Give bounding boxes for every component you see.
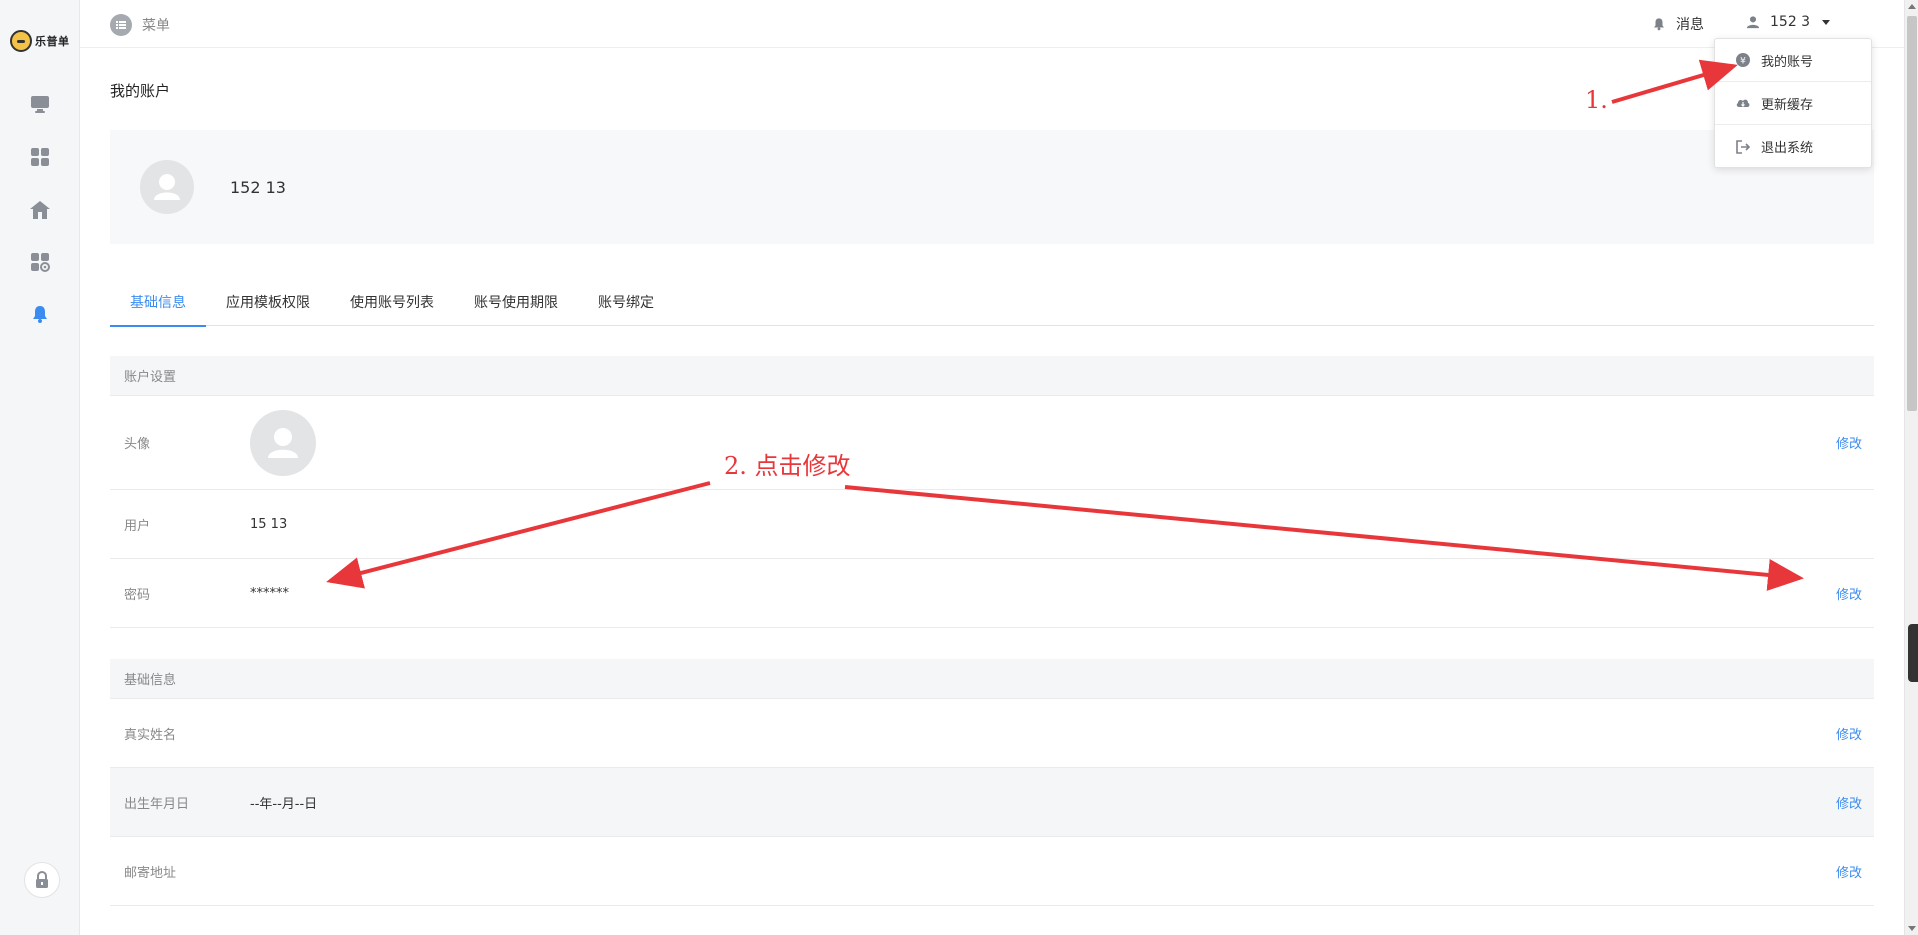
edit-avatar-link[interactable]: 修改 — [1836, 433, 1862, 452]
edit-address-link[interactable]: 修改 — [1836, 862, 1862, 881]
annotation-step-2: 2. 点击修改 — [724, 452, 851, 480]
address-row: 邮寄地址 修改 — [110, 837, 1874, 906]
edit-birthday-link[interactable]: 修改 — [1836, 793, 1862, 812]
tab-account-list[interactable]: 使用账号列表 — [330, 282, 454, 326]
password-value: ****** — [250, 585, 289, 601]
user-icon — [1746, 16, 1760, 29]
cloud-download-icon — [1736, 99, 1750, 107]
sidebar-item-monitor[interactable] — [26, 90, 54, 118]
tab-bar: 基础信息 应用模板权限 使用账号列表 账号使用期限 账号绑定 — [110, 282, 1874, 327]
messages-label: 消息 — [1676, 17, 1704, 33]
password-row: 密码 ****** 修改 — [110, 559, 1874, 628]
user-menu-button[interactable]: 152 3 — [1746, 14, 1831, 30]
account-settings-section: 账户设置 头像 修改 用户 15 13 密码 ****** 修改 — [110, 356, 1874, 628]
menu-item-my-account[interactable]: ¥ 我的账号 — [1715, 39, 1871, 82]
menu-item-logout[interactable]: 退出系统 — [1715, 125, 1871, 168]
user-row: 用户 15 13 — [110, 490, 1874, 559]
avatar-placeholder-icon — [268, 427, 298, 458]
yen-coin-icon: ¥ — [1736, 53, 1750, 67]
menu-item-label: 我的账号 — [1761, 54, 1814, 70]
lock-icon — [36, 871, 48, 888]
menu-toggle[interactable]: 菜单 — [110, 14, 170, 36]
brand-logo[interactable]: 乐普单 — [10, 30, 70, 52]
svg-text:¥: ¥ — [1740, 57, 1746, 67]
birthday-row: 出生年月日 --年--月--日 修改 — [110, 768, 1874, 837]
annotation-step-1: 1. — [1585, 86, 1608, 114]
avatar-row: 头像 修改 — [110, 396, 1874, 490]
bell-icon — [1654, 18, 1664, 31]
real-name-row: 真实姓名 修改 — [110, 699, 1874, 768]
user-name: 152 3 — [1770, 14, 1811, 30]
page-scrollbar[interactable] — [1904, 0, 1918, 935]
page-title: 我的账户 — [110, 82, 171, 100]
menu-item-label: 更新缓存 — [1761, 97, 1814, 113]
tab-account-validity[interactable]: 账号使用期限 — [454, 282, 578, 326]
user-dropdown-menu: ¥ 我的账号 更新缓存 退出系统 — [1714, 38, 1872, 168]
sidebar-item-app-settings[interactable] — [26, 248, 54, 276]
logo-text: 乐普单 — [35, 35, 70, 48]
birthday-label: 出生年月日 — [124, 796, 190, 812]
avatar-placeholder-icon — [154, 174, 180, 200]
bell-icon — [33, 306, 47, 323]
menu-item-label: 退出系统 — [1761, 141, 1814, 156]
profile-card: 152 13 — [110, 130, 1874, 244]
monitor-icon — [31, 96, 49, 113]
menu-item-refresh-cache[interactable]: 更新缓存 — [1715, 82, 1871, 125]
caret-down-icon — [1822, 19, 1831, 25]
address-label: 邮寄地址 — [124, 865, 177, 881]
user-value: 15 13 — [250, 516, 288, 532]
menu-list-icon — [110, 14, 132, 36]
sidebar-item-apps[interactable] — [26, 143, 54, 171]
scrollbar-thumb[interactable] — [1907, 16, 1917, 411]
avatar — [140, 160, 194, 214]
top-bar: 菜单 消息 152 3 — [80, 0, 1904, 48]
profile-name: 152 13 — [230, 178, 286, 197]
grid-icon — [31, 148, 49, 166]
tab-basic-info[interactable]: 基础信息 — [110, 282, 206, 327]
section-heading: 基础信息 — [110, 659, 1874, 699]
section-heading: 账户设置 — [110, 356, 1874, 396]
real-name-label: 真实姓名 — [124, 727, 177, 743]
birthday-value: --年--月--日 — [250, 796, 318, 812]
scroll-up-arrow-icon[interactable] — [1908, 4, 1916, 9]
password-label: 密码 — [124, 587, 151, 603]
tab-app-template-permissions[interactable]: 应用模板权限 — [206, 282, 330, 326]
scroll-down-arrow-icon[interactable] — [1908, 926, 1916, 931]
user-label: 用户 — [124, 518, 151, 534]
tab-account-binding[interactable]: 账号绑定 — [578, 282, 674, 326]
home-icon — [30, 201, 50, 219]
edit-real-name-link[interactable]: 修改 — [1836, 724, 1862, 743]
sidebar-item-notifications[interactable] — [26, 300, 54, 328]
menu-label: 菜单 — [142, 18, 170, 34]
edit-password-link[interactable]: 修改 — [1836, 584, 1862, 603]
sidebar-item-home[interactable] — [26, 196, 54, 224]
messages-button[interactable]: 消息 — [1652, 14, 1704, 34]
sidebar: 乐普单 — [0, 0, 80, 935]
logout-icon — [1736, 139, 1751, 154]
basic-info-section: 基础信息 真实姓名 修改 出生年月日 --年--月--日 修改 邮寄地址 修改 — [110, 659, 1874, 906]
avatar-label: 头像 — [124, 437, 151, 452]
avatar — [250, 409, 316, 476]
apps-settings-icon — [31, 253, 50, 272]
floating-side-tab[interactable] — [1908, 624, 1918, 682]
logo-mascot-icon — [10, 30, 32, 52]
lock-screen-button[interactable] — [24, 862, 60, 898]
